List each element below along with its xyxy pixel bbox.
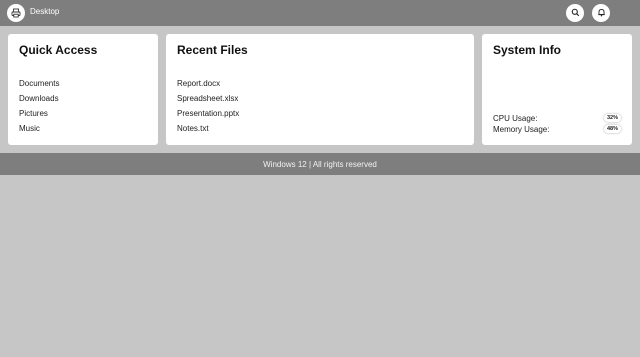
cpu-usage-label: CPU Usage: bbox=[493, 113, 538, 123]
footer-bar: Windows 12 | All rights reserved bbox=[0, 153, 640, 175]
recent-file-item[interactable]: Report.docx bbox=[177, 79, 239, 94]
quick-access-panel: Quick Access Documents Downloads Picture… bbox=[8, 34, 158, 145]
quick-access-list: Documents Downloads Pictures Music bbox=[19, 79, 59, 139]
recent-file-item[interactable]: Notes.txt bbox=[177, 124, 239, 139]
footer-text: Windows 12 | All rights reserved bbox=[263, 159, 377, 169]
recent-files-title: Recent Files bbox=[177, 43, 248, 57]
recent-files-list: Report.docx Spreadsheet.xlsx Presentatio… bbox=[177, 79, 239, 139]
system-info-title: System Info bbox=[493, 43, 562, 57]
memory-usage-row: Memory Usage: 48% bbox=[493, 124, 621, 134]
recent-files-panel: Recent Files Report.docx Spreadsheet.xls… bbox=[166, 34, 474, 145]
top-bar: Desktop bbox=[0, 0, 640, 26]
printer-icon[interactable] bbox=[7, 4, 25, 22]
quick-access-title: Quick Access bbox=[19, 43, 98, 57]
system-info-panel: System Info CPU Usage: 32% Memory Usage:… bbox=[482, 34, 632, 145]
quick-access-item-pictures[interactable]: Pictures bbox=[19, 109, 59, 124]
cpu-usage-badge: 32% bbox=[603, 114, 621, 122]
recent-file-item[interactable]: Spreadsheet.xlsx bbox=[177, 94, 239, 109]
memory-usage-badge: 48% bbox=[603, 125, 621, 133]
notifications-button[interactable] bbox=[592, 4, 610, 22]
cpu-usage-row: CPU Usage: 32% bbox=[493, 113, 621, 123]
recent-file-item[interactable]: Presentation.pptx bbox=[177, 109, 239, 124]
app-title: Desktop bbox=[30, 7, 60, 16]
memory-usage-label: Memory Usage: bbox=[493, 124, 550, 134]
quick-access-item-documents[interactable]: Documents bbox=[19, 79, 59, 94]
bell-icon bbox=[597, 4, 606, 22]
quick-access-item-music[interactable]: Music bbox=[19, 124, 59, 139]
search-icon bbox=[571, 4, 580, 22]
search-button[interactable] bbox=[566, 4, 584, 22]
quick-access-item-downloads[interactable]: Downloads bbox=[19, 94, 59, 109]
